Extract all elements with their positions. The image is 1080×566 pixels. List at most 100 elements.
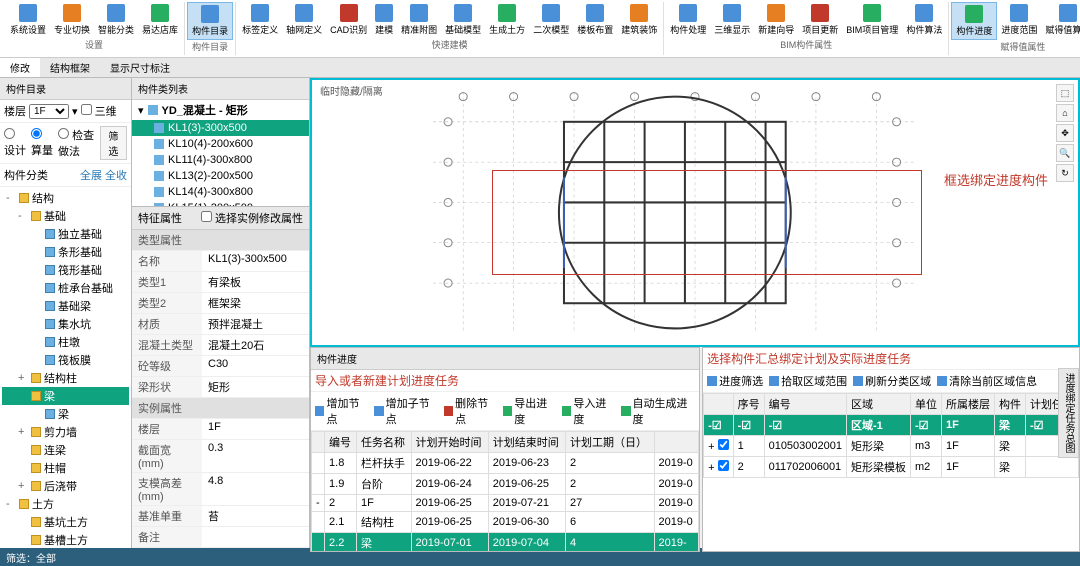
doc-tabs: 修改结构框架显示尺寸标注 xyxy=(0,58,1080,78)
list-item[interactable]: KL14(4)-300x800 xyxy=(132,184,309,200)
tab-修改[interactable]: 修改 xyxy=(0,58,40,77)
schedule-row[interactable]: -21F2019-06-252019-07-21272019-0 xyxy=(312,495,699,512)
ribbon-建模[interactable]: 建模 xyxy=(371,2,397,38)
ribbon-建筑装饰[interactable]: 建筑装饰 xyxy=(617,2,661,38)
bottom-panels: 构件进度 导入或者新建计划进度任务 增加节点增加子节点删除节点导出进度导入进度自… xyxy=(310,347,1080,552)
component-tree: -结构-基础独立基础条形基础筏形基础桩承台基础基础梁集水坑柱墩筏板膜+结构柱梁梁… xyxy=(0,187,131,548)
tree-基础[interactable]: -基础 xyxy=(2,207,129,225)
tree-连梁[interactable]: 连梁 xyxy=(2,441,129,459)
sum-tb-进度筛选[interactable]: 进度筛选 xyxy=(707,373,763,389)
list-group[interactable]: ▾YD_混凝土 - 矩形 xyxy=(132,100,309,120)
tree-梁[interactable]: 梁 xyxy=(2,405,129,423)
tree-后浇带[interactable]: +后浇带 xyxy=(2,477,129,495)
tree-基坑土方[interactable]: 基坑土方 xyxy=(2,513,129,531)
ribbon-生成土方[interactable]: 生成土方 xyxy=(485,2,529,38)
category-label: 构件分类 xyxy=(4,167,48,183)
tree-土方[interactable]: -土方 xyxy=(2,495,129,513)
tree-桩承台基础[interactable]: 桩承台基础 xyxy=(2,279,129,297)
ribbon-智能分类[interactable]: 智能分类 xyxy=(94,2,138,38)
ribbon-构件算法[interactable]: 构件算法 xyxy=(902,2,946,38)
component-list-panel: 构件类列表 ▾YD_混凝土 - 矩形KL1(3)-300x500KL10(4)-… xyxy=(132,78,310,548)
summary-row[interactable]: + 2011702006001矩形梁模板m21F梁 xyxy=(704,457,1079,478)
sched-tb-导入进度[interactable]: 导入进度 xyxy=(562,395,615,427)
tree-集水坑[interactable]: 集水坑 xyxy=(2,315,129,333)
sched-tb-增加子节点[interactable]: 增加子节点 xyxy=(374,395,438,427)
filter-button[interactable]: 筛选 xyxy=(100,126,127,160)
home-view[interactable]: ⌂ xyxy=(1056,104,1074,122)
tree-基槽土方[interactable]: 基槽土方 xyxy=(2,531,129,548)
schedule-row[interactable]: 1.8栏杆扶手2019-06-222019-06-2322019-0 xyxy=(312,453,699,474)
sched-tb-导出进度[interactable]: 导出进度 xyxy=(503,395,556,427)
tree-筏形基础[interactable]: 筏形基础 xyxy=(2,261,129,279)
panel-title: 构件目录 xyxy=(0,78,131,100)
mode-检查做法[interactable]: 检查做法 xyxy=(58,127,97,159)
props-title: 特征属性 选择实例修改属性 xyxy=(132,207,309,230)
ribbon-BIM项目管理[interactable]: BIM项目管理 xyxy=(842,2,902,38)
ribbon-进度范围[interactable]: 进度范围 xyxy=(997,2,1041,40)
schedule-row[interactable]: 2.2梁2019-07-012019-07-0442019- xyxy=(312,533,699,552)
pan-tool[interactable]: ✥ xyxy=(1056,124,1074,142)
ribbon-构件进度[interactable]: 构件进度 xyxy=(951,2,997,40)
tree-柱帽[interactable]: 柱帽 xyxy=(2,459,129,477)
collapse-all[interactable]: 全收 xyxy=(105,167,127,183)
zoom-tool[interactable]: 🔍 xyxy=(1056,144,1074,162)
ribbon-基础模型[interactable]: 基础模型 xyxy=(441,2,485,38)
sched-tb-删除节点[interactable]: 删除节点 xyxy=(444,395,497,427)
orbit-tool[interactable]: ↻ xyxy=(1056,164,1074,182)
tree-梁[interactable]: 梁 xyxy=(2,387,129,405)
tree-筏板膜[interactable]: 筏板膜 xyxy=(2,351,129,369)
plan-viewport[interactable]: 临时隐藏/隔离 xyxy=(310,78,1080,347)
ribbon-二次模型[interactable]: 二次模型 xyxy=(529,2,573,38)
list-item[interactable]: KL1(3)-300x500 xyxy=(132,120,309,136)
ribbon-精准附图[interactable]: 精准附图 xyxy=(397,2,441,38)
sum-tb-刷新分类区域[interactable]: 刷新分类区域 xyxy=(853,373,931,389)
expand-all[interactable]: 全展 xyxy=(80,167,102,183)
schedule-grid[interactable]: 编号任务名称计划开始时间计划结束时间计划工期（日）1.8栏杆扶手2019-06-… xyxy=(311,431,699,551)
list-title: 构件类列表 xyxy=(132,78,309,100)
annotation-text: 框选绑定进度构件 xyxy=(944,170,1048,189)
tree-结构柱[interactable]: +结构柱 xyxy=(2,369,129,387)
list-item[interactable]: KL11(4)-300x800 xyxy=(132,152,309,168)
tree-基础梁[interactable]: 基础梁 xyxy=(2,297,129,315)
summary-grid[interactable]: 序号编号区域单位所属楼层构件计划任…-☑-☑-☑区域-1-☑1F梁-☑+ 101… xyxy=(703,393,1079,551)
sched-tb-增加节点[interactable]: 增加节点 xyxy=(315,395,368,427)
tree-剪力墙[interactable]: +剪力墙 xyxy=(2,423,129,441)
list-item[interactable]: KL13(2)-200x500 xyxy=(132,168,309,184)
tab-结构框架[interactable]: 结构框架 xyxy=(40,58,100,77)
tab-显示尺寸标注[interactable]: 显示尺寸标注 xyxy=(100,58,180,77)
edit-instance-check[interactable]: 选择实例修改属性 xyxy=(201,210,303,226)
ribbon-构件目录[interactable]: 构件目录 xyxy=(187,2,233,40)
ribbon-专业切换[interactable]: 专业切换 xyxy=(50,2,94,38)
floor-select[interactable]: 1F xyxy=(29,104,69,119)
schedule-row[interactable]: 2.1结构柱2019-06-252019-06-3062019-0 xyxy=(312,512,699,533)
tree-条形基础[interactable]: 条形基础 xyxy=(2,243,129,261)
summary-row[interactable]: + 1010503002001矩形梁m31F梁 xyxy=(704,436,1079,457)
floor-filter: 楼层 1F ▾ 三维 xyxy=(0,100,131,123)
ribbon-新建向导[interactable]: 新建向导 xyxy=(754,2,798,38)
tree-结构[interactable]: -结构 xyxy=(2,189,129,207)
mode-算量[interactable]: 算量 xyxy=(31,128,55,158)
sched-tb-自动生成进度[interactable]: 自动生成进度 xyxy=(621,395,695,427)
ribbon-赋得值算性[interactable]: 赋得值算性 xyxy=(1041,2,1080,40)
ribbon-易达店库[interactable]: 易达店库 xyxy=(138,2,182,38)
ribbon-项目更新[interactable]: 项目更新 xyxy=(798,2,842,38)
ribbon-CAD识别[interactable]: CAD识别 xyxy=(326,2,371,38)
ribbon-标签定义[interactable]: 标签定义 xyxy=(238,2,282,38)
mode-设计[interactable]: 设计 xyxy=(4,128,28,158)
tree-独立基础[interactable]: 独立基础 xyxy=(2,225,129,243)
sum-tb-拾取区域范围[interactable]: 拾取区域范围 xyxy=(769,373,847,389)
schedule-row[interactable]: 1.9台阶2019-06-242019-06-2522019-0 xyxy=(312,474,699,495)
sum-tb-清除当前区域信息[interactable]: 清除当前区域信息 xyxy=(937,373,1037,389)
summary-group-row[interactable]: -☑-☑-☑区域-1-☑1F梁-☑ xyxy=(704,415,1079,436)
summary-red-title: 选择构件汇总绑定计划及实际进度任务 xyxy=(703,348,1079,370)
ribbon-轴网定义[interactable]: 轴网定义 xyxy=(282,2,326,38)
ribbon-系统设置[interactable]: 系统设置 xyxy=(6,2,50,38)
tree-柱墩[interactable]: 柱墩 xyxy=(2,333,129,351)
list-item[interactable]: KL10(4)-200x600 xyxy=(132,136,309,152)
ribbon-三维显示[interactable]: 三维显示 xyxy=(710,2,754,38)
ribbon-构件处理[interactable]: 构件处理 xyxy=(666,2,710,38)
nav-cube[interactable]: ⬚ xyxy=(1056,84,1074,102)
ribbon-楼板布置[interactable]: 楼板布置 xyxy=(573,2,617,38)
dim-check[interactable]: 三维 xyxy=(81,103,117,119)
side-tab[interactable]: 进度绑定任务总图 xyxy=(1058,368,1079,458)
